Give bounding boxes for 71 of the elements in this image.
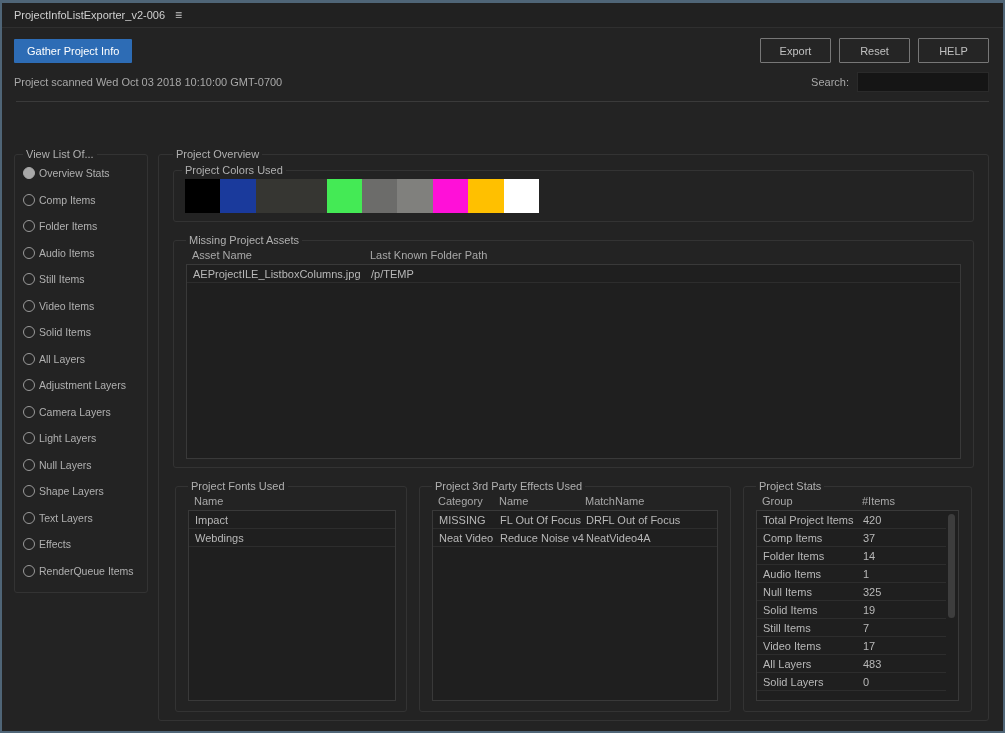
table-cell-text: 19 — [862, 603, 877, 616]
gather-button[interactable]: Gather Project Info — [14, 38, 133, 63]
menu-icon[interactable]: ≡ — [175, 8, 183, 22]
table-cell-text: Solid Layers — [762, 675, 825, 688]
table-cell-text: 325 — [862, 585, 883, 598]
radio-option[interactable]: Shape Layers — [23, 478, 141, 505]
scrollbar-thumb[interactable] — [948, 514, 955, 618]
radio-option[interactable]: Folder Items — [23, 213, 141, 240]
table-cell-text: DRFL Out of Focus — [585, 513, 682, 526]
table-cell-text: 1 — [862, 567, 871, 580]
radio-option[interactable]: Text Layers — [23, 504, 141, 531]
window-title: ProjectInfoListExporter_v2-006 — [14, 9, 166, 21]
table-cell-text: FL Out Of Focus — [499, 513, 582, 526]
table-cell-text: Video Items — [762, 639, 822, 652]
table-cell-text: All Layers — [762, 657, 813, 670]
table-cell-text: 7 — [862, 621, 871, 634]
table-cell-text: Reduce Noise v4 — [499, 531, 584, 544]
radio-option[interactable]: Solid Items — [23, 319, 141, 346]
table-cell-text: MISSING — [438, 513, 487, 526]
table-cell-text: 483 — [862, 657, 883, 670]
radio-option[interactable]: Overview Stats — [23, 160, 141, 187]
table-cell-text: Solid Items — [762, 603, 819, 616]
column-header[interactable]: Last Known Folder Path — [368, 249, 961, 261]
table-cell-text: /p/TEMP — [370, 267, 415, 280]
table-cell-text: Still Items — [762, 621, 812, 634]
table-cell-text: 0 — [862, 675, 871, 688]
table-cell-text: Folder Items — [762, 549, 826, 562]
radio-option[interactable]: Camera Layers — [23, 398, 141, 425]
table-cell-text: Impact — [194, 513, 229, 526]
radio-option[interactable]: Comp Items — [23, 186, 141, 213]
column-header[interactable]: MatchName — [583, 495, 718, 507]
toolbar-button[interactable]: HELP — [918, 38, 989, 63]
table-cell-text: Null Items — [762, 585, 813, 598]
panel-title: Project Fonts Used — [190, 480, 286, 492]
table-cell-text: Webdings — [194, 531, 245, 544]
radio-option[interactable]: Null Layers — [23, 451, 141, 478]
table-cell-text: 420 — [862, 513, 883, 526]
radio-option[interactable]: Effects — [23, 531, 141, 558]
toolbar-button[interactable]: Reset — [839, 38, 910, 63]
column-header[interactable]: Name — [192, 495, 396, 507]
radio-option[interactable]: Adjustment Layers — [23, 372, 141, 399]
panel-title: Project 3rd Party Effects Used — [434, 480, 584, 492]
table-cell-text: AEProjectILE_ListboxColumns.jpg — [192, 267, 362, 280]
table-cell-text: Comp Items — [762, 531, 824, 544]
panel-title: View List Of... — [25, 148, 95, 160]
radio-option[interactable]: Video Items — [23, 292, 141, 319]
column-header[interactable]: #Items — [860, 495, 959, 507]
table-cell-text: Total Project Items — [762, 513, 855, 526]
column-header[interactable]: Name — [497, 495, 583, 507]
table-cell-text: Audio Items — [762, 567, 823, 580]
radio-option[interactable]: RenderQueue Items — [23, 557, 141, 584]
column-header[interactable]: Category — [436, 495, 497, 507]
radio-option[interactable]: Light Layers — [23, 425, 141, 452]
radio-icon[interactable] — [23, 167, 35, 180]
column-header[interactable]: Group — [760, 495, 860, 507]
search-label: Search: — [811, 76, 849, 88]
table-cell-text: Neat Video — [438, 531, 495, 544]
panel-title: Project Colors Used — [184, 164, 284, 176]
scan-status: Project scanned Wed Oct 03 2018 10:10:00 GMT-0700 — [14, 76, 283, 88]
radio-option[interactable]: Audio Items — [23, 239, 141, 266]
table-cell-text: NeatVideo4A — [585, 531, 652, 544]
table-cell-text: 37 — [862, 531, 877, 544]
table-cell-text: 14 — [862, 549, 877, 562]
column-header[interactable]: Asset Name — [190, 249, 368, 261]
radio-option[interactable]: Still Items — [23, 266, 141, 293]
table-cell-text: 17 — [862, 639, 877, 652]
panel-title: Missing Project Assets — [188, 234, 301, 246]
radio-option[interactable]: All Layers — [23, 345, 141, 372]
panel-title: Project Stats — [758, 480, 823, 492]
toolbar-button[interactable]: Export — [760, 38, 831, 63]
panel-title: Project Overview — [175, 148, 261, 160]
